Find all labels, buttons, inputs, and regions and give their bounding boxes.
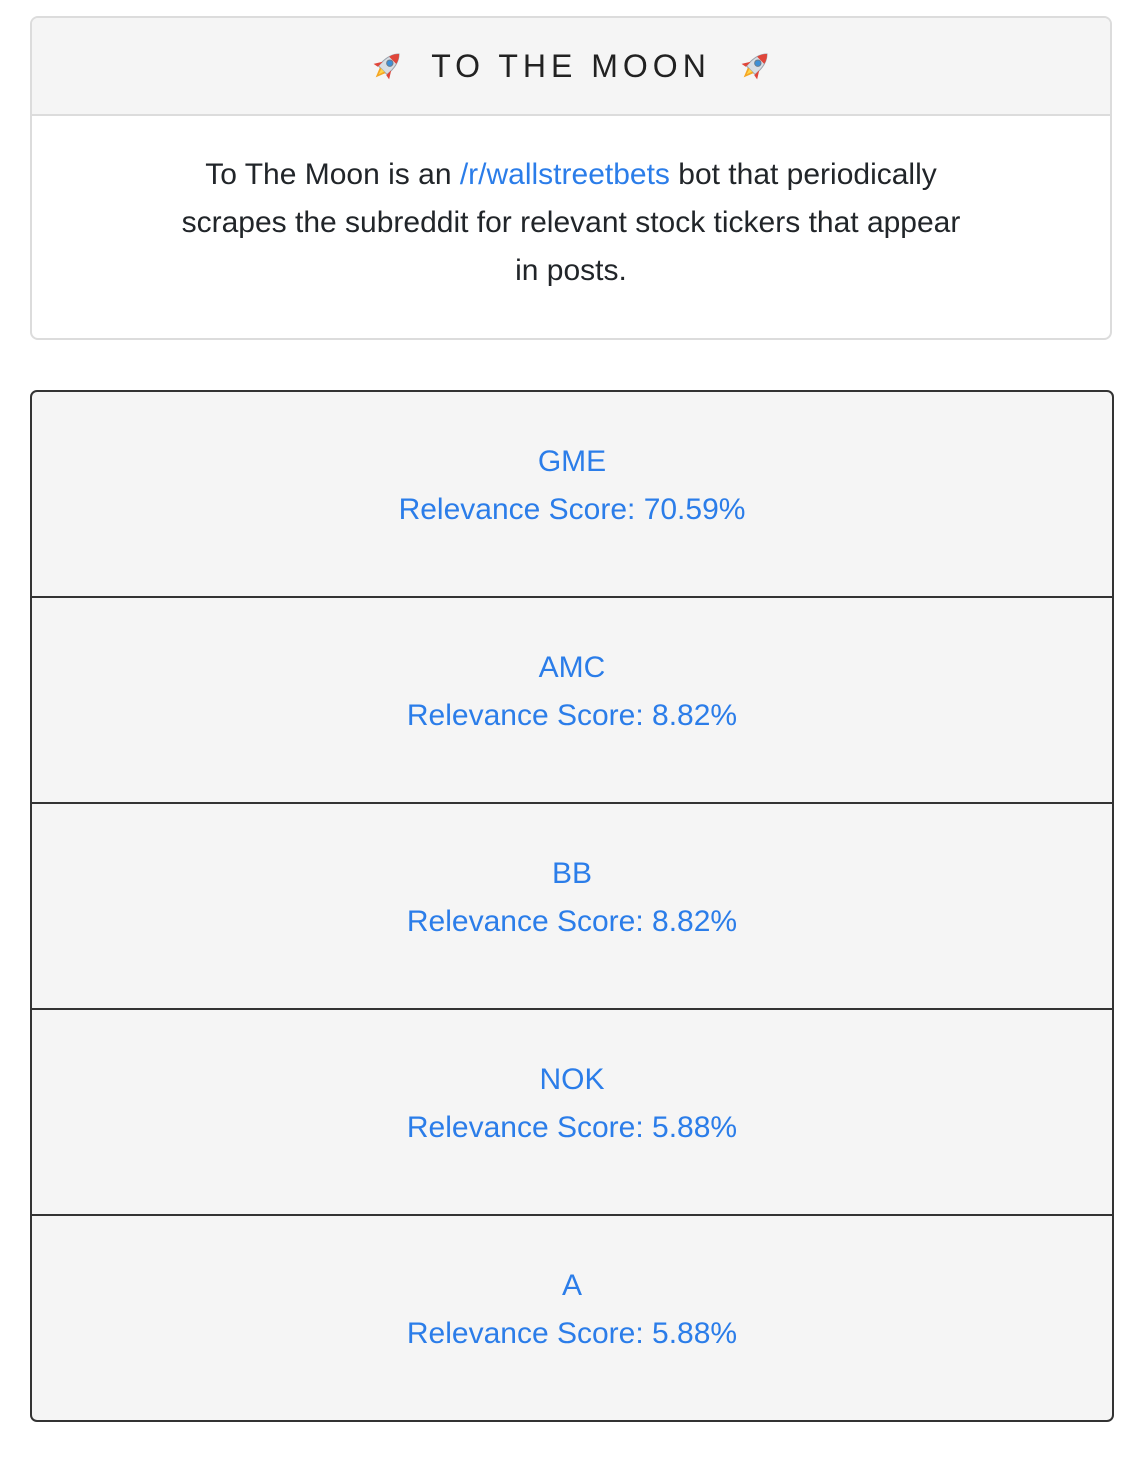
relevance-score: Relevance Score: 5.88% [406,1111,738,1144]
ticker-list: GME Relevance Score: 70.59% AMC Relevanc… [30,390,1114,1422]
ticker-symbol: NOK [539,1063,605,1096]
header-bar: TO THE MOON [32,18,1110,116]
ticker-item-gme[interactable]: GME Relevance Score: 70.59% [32,392,1112,598]
rocket-icon [735,46,775,86]
ticker-symbol: A [561,1269,582,1302]
relevance-score: Relevance Score: 8.82% [406,905,738,938]
ticker-item-bb[interactable]: BB Relevance Score: 8.82% [32,804,1112,1010]
relevance-score: Relevance Score: 70.59% [398,493,746,526]
intro-text-before: To The Moon is an [205,158,460,191]
rocket-icon [367,46,407,86]
subreddit-link[interactable]: /r/wallstreetbets [460,158,670,191]
title-text: TO THE MOON [431,47,711,84]
ticker-symbol: GME [537,445,607,478]
header-card: TO THE MOON To The Moon is an /r/wallstr [30,16,1112,340]
app-title: TO THE MOON [367,46,775,86]
intro-section: To The Moon is an /r/wallstreetbets bot … [32,116,1110,338]
ticker-item-nok[interactable]: NOK Relevance Score: 5.88% [32,1010,1112,1216]
ticker-item-amc[interactable]: AMC Relevance Score: 8.82% [32,598,1112,804]
intro-text: To The Moon is an /r/wallstreetbets bot … [181,151,961,295]
ticker-symbol: AMC [538,651,606,684]
relevance-score: Relevance Score: 5.88% [406,1317,738,1350]
ticker-symbol: BB [551,857,593,890]
ticker-item-a[interactable]: A Relevance Score: 5.88% [32,1216,1112,1420]
relevance-score: Relevance Score: 8.82% [406,699,738,732]
